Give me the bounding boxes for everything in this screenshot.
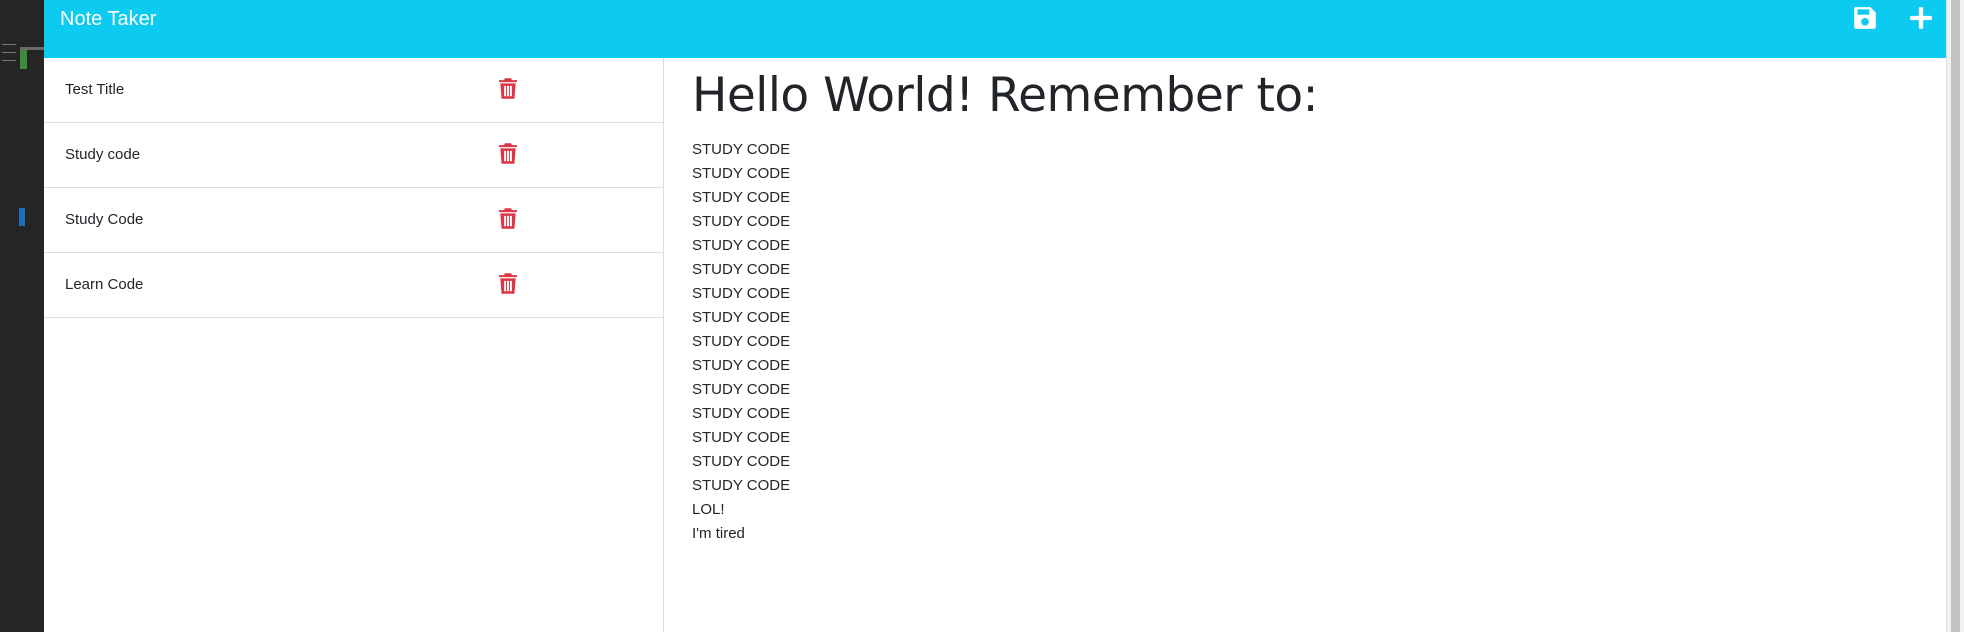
note-list-item-title: Test Title <box>65 81 125 98</box>
note-editor: Hello World! Remember to: STUDY CODE STU… <box>665 58 1946 632</box>
background-window-marker <box>19 208 25 226</box>
save-note-button[interactable] <box>1852 5 1878 31</box>
trash-icon[interactable] <box>499 143 517 164</box>
background-window-strip <box>0 0 44 632</box>
note-list-item-title: Study code <box>65 146 141 163</box>
new-note-button[interactable] <box>1908 5 1934 31</box>
floppy-disk-icon <box>1854 7 1876 29</box>
background-window-line <box>2 44 16 45</box>
navbar: Note Taker <box>44 0 1946 58</box>
background-window-marker <box>20 50 27 69</box>
note-list: Test Title Study code Study Code Learn C… <box>44 58 664 632</box>
note-list-item[interactable]: Learn Code <box>44 253 663 318</box>
note-list-item[interactable]: Study code <box>44 123 663 188</box>
note-list-item-title: Study Code <box>65 211 144 228</box>
app-title[interactable]: Note Taker <box>60 8 156 31</box>
background-window-line <box>2 60 16 61</box>
note-list-item-title: Learn Code <box>65 276 144 293</box>
page-scrollbar[interactable] <box>1946 0 1964 632</box>
scrollbar-thumb[interactable] <box>1951 0 1960 632</box>
trash-icon[interactable] <box>499 208 517 229</box>
note-taker-app: Note Taker Test Title Study code Study C… <box>44 0 1946 632</box>
trash-icon[interactable] <box>499 78 517 99</box>
background-window-line <box>2 52 16 53</box>
note-list-item[interactable]: Test Title <box>44 58 663 123</box>
note-title-input[interactable]: Hello World! Remember to: <box>692 68 1319 123</box>
note-text-area[interactable]: STUDY CODE STUDY CODE STUDY CODE STUDY C… <box>692 138 790 546</box>
note-list-item[interactable]: Study Code <box>44 188 663 253</box>
plus-icon <box>1910 7 1932 29</box>
trash-icon[interactable] <box>499 273 517 294</box>
